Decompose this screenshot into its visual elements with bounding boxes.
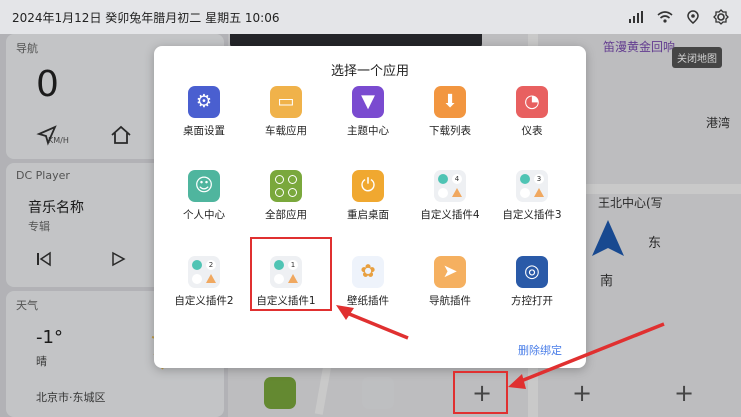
app-item[interactable]: ◔ 仪表 [492,86,572,138]
plugin-icon: 4 [434,170,466,202]
app-item[interactable]: ▭ 车载应用 [246,86,326,138]
gear-icon: ⚙ [188,86,220,118]
app-item[interactable]: ⏻ 重启桌面 [328,170,408,222]
app-item[interactable]: ✿ 壁纸插件 [328,256,408,308]
app-item[interactable]: ☺ 个人中心 [164,170,244,222]
highlight-dock-add [453,371,508,414]
gauge-icon: ◔ [516,86,548,118]
datetime: 2024年1月12日 癸卯兔年腊月初二 星期五 10:06 [12,10,280,25]
navigate-icon: ➤ [434,256,466,288]
plugin-icon: 3 [516,170,548,202]
location-icon [687,10,699,24]
power-icon: ⏻ [352,170,384,202]
dialog-title: 选择一个应用 [330,64,409,79]
app-label: 仪表 [521,125,543,137]
plugin-icon: 2 [188,256,220,288]
bag-icon: ▭ [270,86,302,118]
settings-icon[interactable] [713,9,729,25]
shirt-icon: ▼ [352,86,384,118]
person-icon: ☺ [188,170,220,202]
apps-icon [270,170,302,202]
app-label: 车载应用 [265,125,307,137]
app-label: 重启桌面 [347,209,389,221]
palette-icon: ✿ [352,256,384,288]
app-label: 自定义插件4 [420,209,480,221]
app-label: 个人中心 [183,209,225,221]
wifi-icon [657,11,673,23]
signal-icon [629,11,643,23]
app-label: 下载列表 [429,125,471,137]
steering-wheel-icon: ◎ [516,256,548,288]
app-item[interactable]: ⚙ 桌面设置 [164,86,244,138]
app-item[interactable]: ▼ 主题中心 [328,86,408,138]
app-item[interactable]: 4 自定义插件4 [410,170,490,222]
highlight-plugin-1 [250,237,332,311]
app-item[interactable]: 全部应用 [246,170,326,222]
remove-binding-button[interactable]: 删除绑定 [518,342,562,358]
app-item[interactable]: ➤ 导航插件 [410,256,490,308]
app-label: 主题中心 [347,125,389,137]
app-label: 桌面设置 [183,125,225,137]
download-icon: ⬇ [434,86,466,118]
app-item[interactable]: ⬇ 下载列表 [410,86,490,138]
app-item[interactable]: 3 自定义插件3 [492,170,572,222]
app-item[interactable]: ◎ 方控打开 [492,256,572,308]
app-label: 自定义插件3 [502,209,562,221]
app-label: 导航插件 [429,295,471,307]
select-app-dialog: 选择一个应用 ⚙ 桌面设置 ▭ 车载应用 ▼ 主题中心 ⬇ 下载列表 ◔ 仪表 ☺ 个人中心 全部应用 ⏻… [154,46,586,368]
app-label: 全部应用 [265,209,307,221]
status-bar: 2024年1月12日 癸卯兔年腊月初二 星期五 10:06 [0,0,741,34]
app-item[interactable]: 2 自定义插件2 [164,256,244,308]
app-label: 壁纸插件 [347,295,389,307]
app-label: 自定义插件2 [174,295,234,307]
app-label: 方控打开 [511,295,553,307]
